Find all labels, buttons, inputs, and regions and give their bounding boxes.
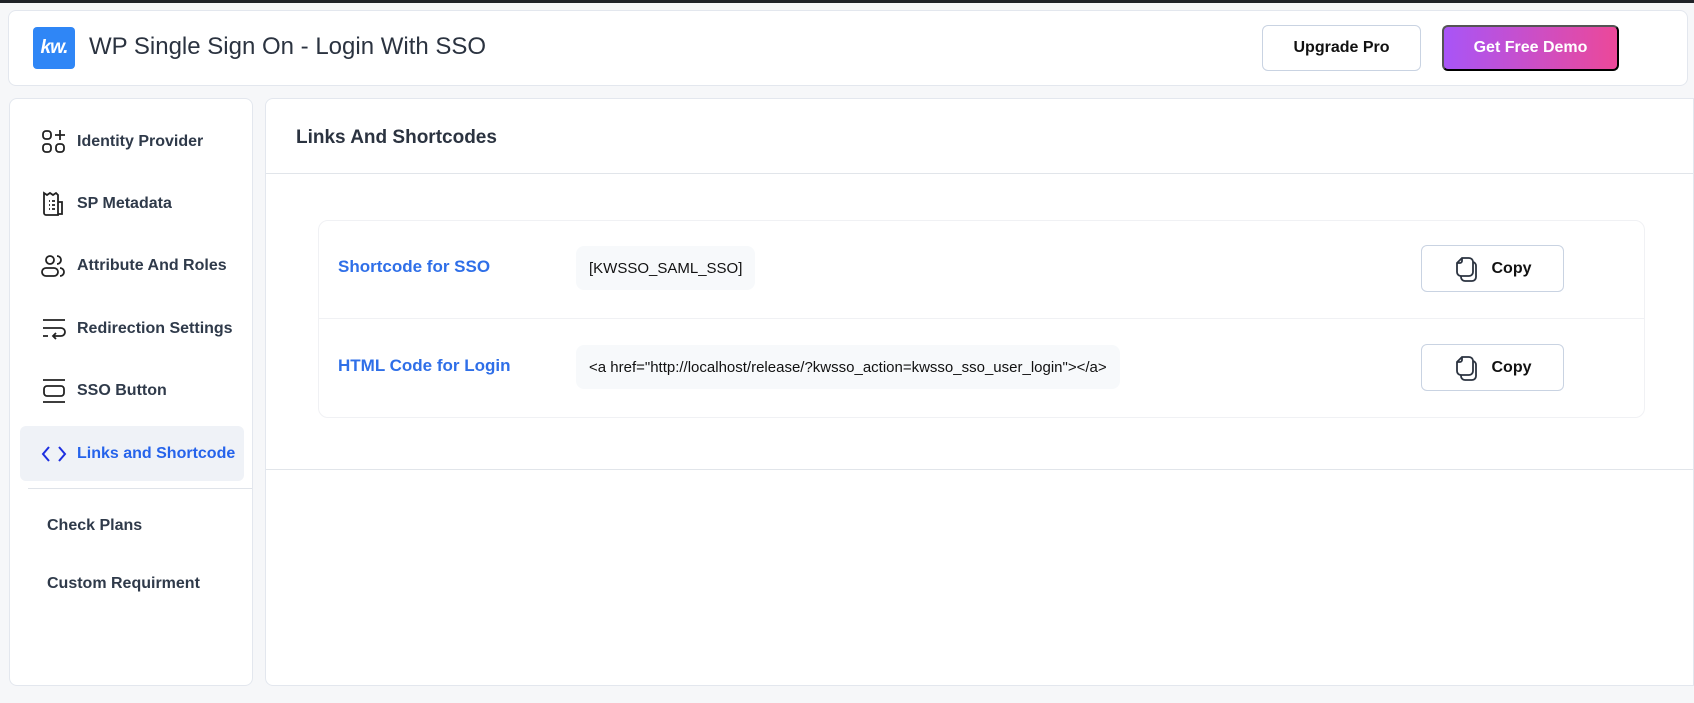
html-code-value[interactable]: <a href="http://localhost/release/?kwsso… xyxy=(576,345,1120,389)
title-divider xyxy=(266,173,1693,174)
app-title: WP Single Sign On - Login With SSO xyxy=(89,33,487,60)
sidebar-item-label: Links and Shortcode xyxy=(77,444,236,462)
copy-label: Copy xyxy=(1491,358,1532,376)
section-divider xyxy=(266,469,1693,470)
shortcode-value[interactable]: [KWSSO_SAML_SSO] xyxy=(576,246,756,290)
links-card: Shortcode for SSO [KWSSO_SAML_SSO] Copy … xyxy=(318,220,1645,418)
main-panel: Links And Shortcodes Shortcode for SSO [… xyxy=(265,98,1694,686)
copy-button[interactable]: Copy xyxy=(1421,245,1564,292)
sidebar-item-redirection-settings[interactable]: Redirection Settings xyxy=(20,301,244,356)
users-icon xyxy=(41,254,65,277)
sidebar-item-label: SSO Button xyxy=(77,381,167,399)
sidebar-item-label: Attribute And Roles xyxy=(77,256,227,274)
row-label: Shortcode for SSO xyxy=(338,257,491,276)
page-title: Links And Shortcodes xyxy=(296,127,497,148)
copy-icon xyxy=(1455,256,1477,282)
code-icon xyxy=(41,445,67,462)
row-divider xyxy=(319,318,1644,319)
sidebar-item-sso-button[interactable]: SSO Button xyxy=(20,363,244,418)
sidebar: Identity Provider SP Metadata Attribute … xyxy=(9,98,253,686)
receipt-icon xyxy=(43,190,63,216)
copy-label: Copy xyxy=(1491,259,1532,277)
header: kw. WP Single Sign On - Login With SSO U… xyxy=(8,10,1688,86)
sidebar-item-attribute-and-roles[interactable]: Attribute And Roles xyxy=(20,238,244,293)
sidebar-item-label: Redirection Settings xyxy=(77,319,233,337)
html-code-row: HTML Code for Login <a href="http://loca… xyxy=(319,320,1644,418)
sidebar-item-links-and-shortcode[interactable]: Links and Shortcode xyxy=(20,426,244,481)
copy-icon xyxy=(1455,355,1477,381)
copy-button[interactable]: Copy xyxy=(1421,344,1564,391)
shortcode-row: Shortcode for SSO [KWSSO_SAML_SSO] Copy xyxy=(319,221,1644,319)
sidebar-item-label: Identity Provider xyxy=(77,132,204,150)
top-bar xyxy=(0,0,1694,3)
sidebar-item-identity-provider[interactable]: Identity Provider xyxy=(20,114,244,169)
row-label: HTML Code for Login xyxy=(338,356,511,375)
grid-plus-icon xyxy=(42,129,65,153)
button-icon xyxy=(43,378,65,403)
get-free-demo-button[interactable]: Get Free Demo xyxy=(1442,25,1619,71)
sidebar-divider xyxy=(28,488,252,489)
upgrade-pro-button[interactable]: Upgrade Pro xyxy=(1262,25,1421,71)
sidebar-item-label: Custom Requirment xyxy=(47,574,200,592)
sidebar-item-custom-requirement[interactable]: Custom Requirment xyxy=(20,556,244,611)
sidebar-item-label: SP Metadata xyxy=(77,194,172,212)
sidebar-item-sp-metadata[interactable]: SP Metadata xyxy=(20,176,244,231)
sidebar-item-check-plans[interactable]: Check Plans xyxy=(20,498,244,553)
sidebar-item-label: Check Plans xyxy=(47,516,143,534)
logo: kw. xyxy=(33,27,75,69)
wrap-arrow-icon xyxy=(43,318,66,340)
